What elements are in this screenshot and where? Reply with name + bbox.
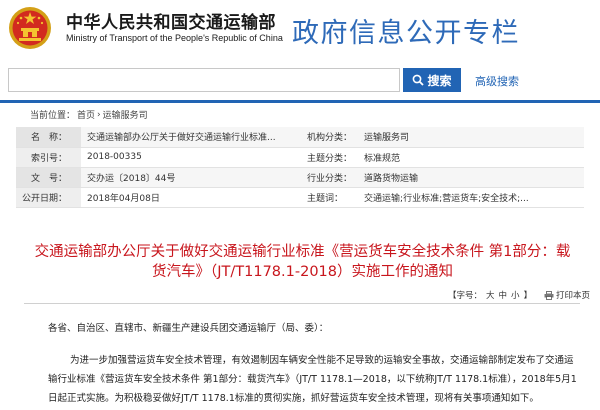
meta-row: 名 称： 交通运输部办公厅关于做好交通运输行业标准... 机构分类： 运输服务司	[16, 127, 584, 148]
national-emblem-icon	[9, 7, 51, 49]
site-header: 中华人民共和国交通运输部 Ministry of Transport of th…	[0, 0, 600, 62]
search-icon	[413, 74, 425, 86]
breadcrumb-current-link[interactable]: 运输服务司	[103, 108, 148, 121]
meta-label-agency: 机构分类：	[301, 127, 359, 148]
meta-value-topic: 标准规范	[358, 147, 584, 168]
breadcrumb: 当前位置： 首页 › 运输服务司	[30, 108, 148, 122]
meta-row: 索引号： 2018-00335 主题分类： 标准规范	[16, 147, 584, 168]
meta-label-name: 名 称：	[16, 127, 82, 148]
font-size-label: 【字号：	[448, 291, 483, 301]
title-divider	[24, 303, 580, 304]
meta-row: 文 号： 交办运〔2018〕44号 行业分类： 道路货物运输	[16, 167, 584, 188]
font-size-large-link[interactable]: 大	[486, 289, 495, 301]
meta-label-keywords: 主题词：	[301, 187, 359, 208]
meta-value-keywords: 交通运输;行业标准;营运货车;安全技术;...	[358, 187, 584, 208]
font-size-controls: 【字号： 大 中 小 】	[448, 289, 532, 301]
document-title: 交通运输部办公厅关于做好交通运输行业标准《营运货车安全技术条件 第1部分：载货汽…	[34, 244, 571, 280]
font-size-medium-link[interactable]: 中	[499, 289, 508, 301]
printer-icon	[544, 290, 554, 300]
document-salutation: 各省、自治区、直辖市、新疆生产建设兵团交通运输厅（局、委）：	[48, 323, 329, 334]
org-name-en: Ministry of Transport of the People's Re…	[66, 33, 283, 43]
breadcrumb-separator: ›	[97, 109, 101, 120]
meta-label-publish-date: 公开日期：	[16, 187, 82, 208]
document-meta-table: 名 称： 交通运输部办公厅关于做好交通运输行业标准... 机构分类： 运输服务司…	[16, 127, 584, 208]
meta-label-doc-number: 文 号：	[16, 167, 82, 188]
meta-label-topic: 主题分类：	[301, 147, 359, 168]
search-button-label: 搜索	[427, 73, 452, 88]
search-button[interactable]: 搜索	[403, 68, 461, 92]
meta-value-publish-date: 2018年04月08日	[81, 187, 302, 208]
meta-row: 公开日期： 2018年04月08日 主题词： 交通运输;行业标准;营运货车;安全…	[16, 187, 584, 208]
print-page-link[interactable]: 打印本页	[544, 289, 590, 301]
meta-value-doc-number: 交办运〔2018〕44号	[81, 167, 302, 188]
meta-value-name: 交通运输部办公厅关于做好交通运输行业标准...	[81, 127, 302, 148]
font-size-small-link[interactable]: 小	[511, 289, 520, 301]
portal-title: 政府信息公开专栏	[292, 18, 520, 49]
meta-label-industry: 行业分类：	[301, 167, 359, 188]
document-body-paragraph: 为进一步加强营运货车安全技术管理，有效遏制因车辆安全性能不足导致的运输安全事故，…	[48, 355, 577, 404]
org-name-cn: 中华人民共和国交通运输部	[66, 13, 276, 33]
breadcrumb-prefix: 当前位置：	[30, 111, 76, 121]
breadcrumb-home-link[interactable]: 首页	[77, 108, 95, 121]
search-input[interactable]	[8, 68, 400, 92]
meta-value-index: 2018-00335	[81, 147, 302, 168]
meta-value-agency: 运输服务司	[358, 127, 584, 148]
meta-value-industry: 道路货物运输	[358, 167, 584, 188]
print-page-label: 打印本页	[556, 291, 591, 301]
advanced-search-link[interactable]: 高级搜索	[475, 73, 519, 89]
meta-label-index: 索引号：	[16, 147, 82, 168]
font-size-close: 】	[523, 291, 533, 301]
header-divider	[0, 100, 600, 103]
